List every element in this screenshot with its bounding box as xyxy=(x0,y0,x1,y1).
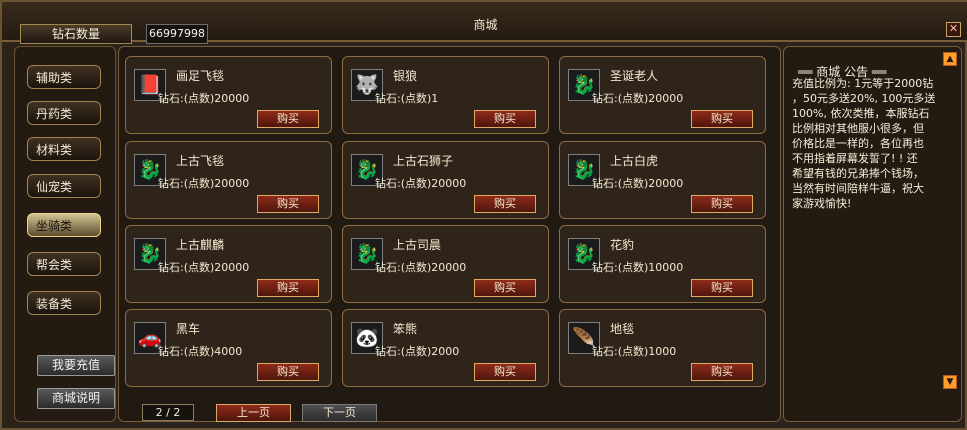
close-button[interactable]: ✕ xyxy=(946,22,961,37)
item-name: 画足飞毯 xyxy=(176,69,225,83)
item-card: 🐺 银狼 钻石:(点数)1 购买 xyxy=(342,56,549,134)
item-name: 圣诞老人 xyxy=(610,69,659,83)
item-card: 📕 画足飞毯 钻石:(点数)20000 购买 xyxy=(125,56,332,134)
buy-button[interactable]: 购买 xyxy=(691,195,753,213)
buy-button[interactable]: 购买 xyxy=(257,110,319,128)
category-辅助类[interactable]: 辅助类 xyxy=(27,65,101,89)
item-name: 上古麒麟 xyxy=(176,238,225,252)
item-name: 上古飞毯 xyxy=(176,154,225,168)
item-name: 笨熊 xyxy=(393,322,418,336)
category-装备类[interactable]: 装备类 xyxy=(27,291,101,315)
buy-button[interactable]: 购买 xyxy=(691,110,753,128)
recharge-button[interactable]: 我要充值 xyxy=(37,355,115,376)
item-price: 钻石:(点数)4000 xyxy=(158,345,243,358)
buy-button[interactable]: 购买 xyxy=(474,363,536,381)
prev-page-button[interactable]: 上一页 xyxy=(216,404,291,422)
item-card: 🐉 花豹 钻石:(点数)10000 购买 xyxy=(559,225,766,303)
buy-button[interactable]: 购买 xyxy=(257,363,319,381)
item-name: 上古石狮子 xyxy=(393,154,454,168)
item-name: 地毯 xyxy=(610,322,635,336)
item-price: 钻石:(点数)20000 xyxy=(158,177,250,190)
item-card: 🚗 黑车 钻石:(点数)4000 购买 xyxy=(125,309,332,387)
scroll-down-icon[interactable]: ▼ xyxy=(943,375,957,389)
item-price: 钻石:(点数)2000 xyxy=(375,345,460,358)
buy-button[interactable]: 购买 xyxy=(691,279,753,297)
buy-button[interactable]: 购买 xyxy=(257,279,319,297)
category-仙宠类[interactable]: 仙宠类 xyxy=(27,174,101,198)
item-price: 钻石:(点数)20000 xyxy=(592,92,684,105)
item-card: 🐉 上古白虎 钻石:(点数)20000 购买 xyxy=(559,141,766,219)
item-name: 上古白虎 xyxy=(610,154,659,168)
item-card: 🐉 上古麒麟 钻石:(点数)20000 购买 xyxy=(125,225,332,303)
category-丹药类[interactable]: 丹药类 xyxy=(27,101,101,125)
item-card: 🐉 上古飞毯 钻石:(点数)20000 购买 xyxy=(125,141,332,219)
scroll-up-icon[interactable]: ▲ xyxy=(943,52,957,66)
item-price: 钻石:(点数)20000 xyxy=(592,177,684,190)
item-price: 钻石:(点数)20000 xyxy=(158,261,250,274)
notice-body: 充值比例为: 1元等于2000钻 ，50元多送20%, 100元多送 100%,… xyxy=(792,77,936,210)
item-price: 钻石:(点数)1 xyxy=(375,92,439,105)
item-card: 🐉 圣诞老人 钻石:(点数)20000 购买 xyxy=(559,56,766,134)
next-page-button[interactable]: 下一页 xyxy=(302,404,377,422)
page-indicator: 2 / 2 xyxy=(142,404,194,421)
shop-guide-button[interactable]: 商城说明 xyxy=(37,388,115,409)
item-card: 🐉 上古司晨 钻石:(点数)20000 购买 xyxy=(342,225,549,303)
buy-button[interactable]: 购买 xyxy=(474,110,536,128)
category-sidebar: 辅助类 丹药类 材料类 仙宠类 坐骑类 帮会类 装备类 我要充值 商城说明 xyxy=(14,46,116,422)
item-name: 花豹 xyxy=(610,238,635,252)
item-grid: 📕 画足飞毯 钻石:(点数)20000 购买 🐺 银狼 钻石:(点数)1 购买 … xyxy=(118,46,781,422)
notice-panel: ══ 商城 公告 ══ 充值比例为: 1元等于2000钻 ，50元多送20%, … xyxy=(783,46,962,422)
item-name: 上古司晨 xyxy=(393,238,442,252)
item-name: 银狼 xyxy=(393,69,418,83)
shop-window: 商城 ✕ 钻石数量 66997998 辅助类 丹药类 材料类 仙宠类 坐骑类 帮… xyxy=(0,0,967,430)
category-材料类[interactable]: 材料类 xyxy=(27,137,101,161)
item-price: 钻石:(点数)20000 xyxy=(375,177,467,190)
buy-button[interactable]: 购买 xyxy=(691,363,753,381)
item-price: 钻石:(点数)1000 xyxy=(592,345,677,358)
buy-button[interactable]: 购买 xyxy=(257,195,319,213)
buy-button[interactable]: 购买 xyxy=(474,279,536,297)
category-帮会类[interactable]: 帮会类 xyxy=(27,252,101,276)
diamond-label: 钻石数量 xyxy=(20,24,132,44)
category-坐骑类[interactable]: 坐骑类 xyxy=(27,213,101,237)
item-name: 黑车 xyxy=(176,322,201,336)
item-price: 钻石:(点数)20000 xyxy=(375,261,467,274)
item-price: 钻石:(点数)10000 xyxy=(592,261,684,274)
item-card: 🐉 上古石狮子 钻石:(点数)20000 购买 xyxy=(342,141,549,219)
diamond-balance: 66997998 xyxy=(146,24,208,44)
item-card: 🪶 地毯 钻石:(点数)1000 购买 xyxy=(559,309,766,387)
item-price: 钻石:(点数)20000 xyxy=(158,92,250,105)
item-card: 🐼 笨熊 钻石:(点数)2000 购买 xyxy=(342,309,549,387)
buy-button[interactable]: 购买 xyxy=(474,195,536,213)
